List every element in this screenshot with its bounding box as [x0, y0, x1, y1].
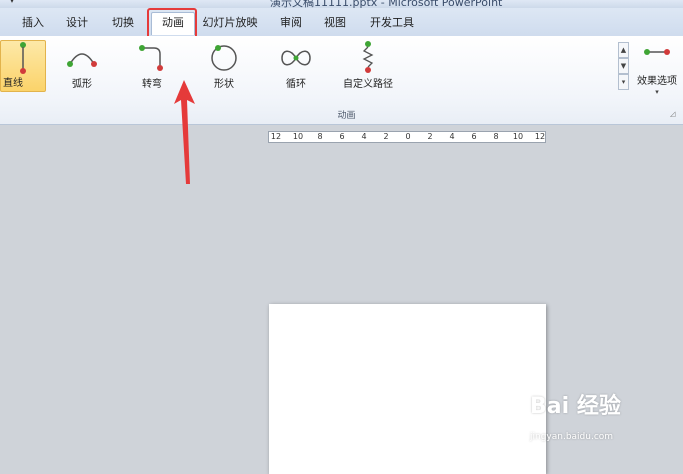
ruler-tick-label: 10 [512, 132, 524, 141]
watermark: Bai 经验 jingyan.baidu.com [520, 388, 680, 458]
tab-design[interactable]: 设计 [58, 13, 96, 33]
ruler-tick-label: 4 [361, 132, 367, 141]
ruler-tick-label: 6 [339, 132, 345, 141]
ruler-tick-label: 8 [317, 132, 323, 141]
circle-path-icon [211, 45, 237, 71]
ruler-tick-label: 6 [471, 132, 477, 141]
ruler-tick-label: 8 [493, 132, 499, 141]
tab-review[interactable]: 审阅 [272, 13, 310, 33]
ruler-tick-label: 10 [292, 132, 304, 141]
group-label-animation: 动画 [337, 111, 356, 121]
tab-developer[interactable]: 开发工具 [362, 13, 422, 33]
horizontal-ruler: 12 10 8 6 4 2 0 2 4 6 8 10 12 [268, 131, 546, 143]
ribbon-panel: 直线 弧形 转弯 形状 循环 自定义路径 ▲ ▼ ▾ 效果选项 ▾ 动画 ◿ [0, 36, 683, 125]
gallery-item-arc[interactable]: 弧形 [56, 40, 108, 92]
effect-options-button[interactable]: 效果选项 ▾ [632, 42, 682, 100]
gallery-item-turn[interactable]: 转弯 [126, 40, 178, 92]
gallery-item-custom-path[interactable]: 自定义路径 [336, 40, 400, 92]
gallery-item-label: 自定义路径 [343, 79, 393, 90]
chevron-down-icon: ▾ [655, 88, 659, 96]
watermark-logo: Bai 经验 [530, 394, 621, 419]
ribbon-tab-bar: 插入 设计 切换 动画 幻灯片放映 审阅 视图 开发工具 [0, 8, 683, 36]
tab-transitions[interactable]: 切换 [104, 13, 142, 33]
ruler-tick-label: 0 [405, 132, 411, 141]
watermark-url: jingyan.baidu.com [530, 432, 614, 442]
turn-path-icon [139, 45, 163, 71]
motion-path-gallery: 直线 弧形 转弯 形状 循环 自定义路径 [0, 40, 630, 92]
gallery-item-line[interactable]: 直线 [0, 40, 46, 92]
tab-view[interactable]: 视图 [316, 13, 354, 33]
gallery-scroll-down-button[interactable]: ▼ [618, 58, 629, 74]
effect-options-icon [644, 49, 670, 55]
custom-path-icon [362, 41, 374, 73]
dialog-launcher-icon[interactable]: ◿ [670, 110, 675, 118]
effect-options-label: 效果选项 [637, 76, 677, 87]
loop-path-icon [281, 50, 311, 66]
quick-access-dropdown-icon[interactable]: ▾ [10, 0, 14, 5]
ruler-tick-label: 12 [534, 132, 546, 141]
gallery-more-button[interactable]: ▾ [618, 74, 629, 90]
tab-slideshow[interactable]: 幻灯片放映 [198, 13, 262, 33]
gallery-item-label: 循环 [286, 79, 306, 90]
ruler-tick-label: 2 [427, 132, 433, 141]
gallery-item-label: 弧形 [72, 79, 92, 90]
tab-highlight-annotation [147, 8, 197, 39]
gallery-item-label: 形状 [214, 79, 234, 90]
ruler-tick-label: 2 [383, 132, 389, 141]
gallery-item-label: 直线 [3, 78, 23, 89]
gallery-scroll-up-button[interactable]: ▲ [618, 42, 629, 58]
gallery-item-shape[interactable]: 形状 [198, 40, 250, 92]
ruler-tick-label: 12 [270, 132, 282, 141]
tab-insert[interactable]: 插入 [14, 13, 52, 33]
window-title: 演示文稿11111.pptx - Microsoft PowerPoint [270, 0, 503, 8]
ruler-tick-label: 4 [449, 132, 455, 141]
gallery-item-label: 转弯 [142, 79, 162, 90]
slide-canvas[interactable] [269, 304, 546, 474]
arc-path-icon [67, 53, 97, 67]
line-path-icon [20, 42, 26, 74]
gallery-item-loop[interactable]: 循环 [270, 40, 322, 92]
title-bar: ▾ 演示文稿11111.pptx - Microsoft PowerPoint [0, 0, 683, 8]
